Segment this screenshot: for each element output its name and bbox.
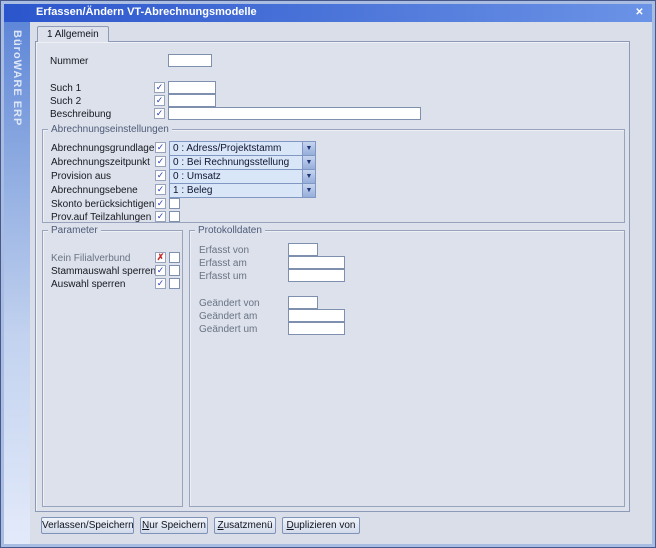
erfasst-um-label: Erfasst um [199,271,247,282]
kein-filialverbund-checkbox[interactable] [169,252,180,263]
check-flag-icon[interactable]: ✓ [155,278,166,289]
geaendert-um-input[interactable] [288,322,345,335]
abrechnungszeitpunkt-label: Abrechnungszeitpunkt [51,157,150,168]
abrechnungsgrundlage-label: Abrechnungsgrundlage [51,143,154,154]
abrechnungszeitpunkt-value: 0 : Bei Rechnungsstellung [170,156,301,169]
geaendert-am-label: Geändert am [199,311,257,322]
group-legend: Protokolldaten [195,225,265,236]
geaendert-am-input[interactable] [288,309,345,322]
teilzahlungen-label: Prov.auf Teilzahlungen [51,212,151,223]
main-panel: Nummer Such 1 ✓ Such 2 ✓ Beschreibung ✓ … [35,41,630,512]
chevron-down-icon[interactable]: ▼ [302,170,315,183]
verlassen-speichern-button[interactable]: Verlassen/Speichern [41,517,134,534]
abrechnungszeitpunkt-select[interactable]: 0 : Bei Rechnungsstellung ▼ [169,155,316,170]
group-protokolldaten: Protokolldaten Erfasst von Erfasst am Er… [189,230,625,507]
abrechnungsebene-select[interactable]: 1 : Beleg ▼ [169,183,316,198]
erfasst-am-input[interactable] [288,256,345,269]
chevron-down-icon[interactable]: ▼ [302,184,315,197]
group-legend: Abrechnungseinstellungen [48,124,172,135]
erfasst-von-label: Erfasst von [199,245,249,256]
erfasst-von-input[interactable] [288,243,318,256]
brand-strip: BüroWARE ERP [4,22,30,544]
such2-label: Such 2 [50,96,81,107]
abrechnungsebene-label: Abrechnungsebene [51,185,138,196]
skonto-label: Skonto berücksichtigen [51,199,154,210]
dialog-content: 1 Allgemein Nummer Such 1 ✓ Such 2 ✓ Bes… [30,22,652,544]
tab-allgemein[interactable]: 1 Allgemein [37,26,109,42]
skonto-checkbox[interactable] [169,198,180,209]
abrechnungsgrundlage-select[interactable]: 0 : Adress/Projektstamm ▼ [169,141,316,156]
beschreibung-input[interactable] [168,107,421,120]
abrechnungsgrundlage-value: 0 : Adress/Projektstamm [170,142,301,155]
kein-filialverbund-label: Kein Filialverbund [51,253,131,264]
check-flag-icon[interactable]: ✓ [155,156,166,167]
dialog-window: Erfassen/Ändern VT-Abrechnungsmodelle ✕ … [0,0,656,548]
check-flag-icon[interactable]: ✓ [155,170,166,181]
brand-logo-text: BüroWARE ERP [11,22,23,126]
check-flag-icon[interactable]: ✓ [154,95,165,106]
geaendert-um-label: Geändert um [199,324,257,335]
zusatzmenu-button[interactable]: Zusatzmenü [214,517,276,534]
duplizieren-von-button[interactable]: Duplizieren von [282,517,360,534]
group-legend: Parameter [48,225,101,236]
nummer-label: Nummer [50,56,88,67]
provision-aus-select[interactable]: 0 : Umsatz ▼ [169,169,316,184]
such1-input[interactable] [168,81,216,94]
geaendert-von-input[interactable] [288,296,318,309]
group-parameter: Parameter Kein Filialverbund ✗ Stammausw… [42,230,183,507]
window-title: Erfassen/Ändern VT-Abrechnungsmodelle [36,6,257,18]
check-flag-icon[interactable]: ✓ [155,142,166,153]
nummer-input[interactable] [168,54,212,67]
such2-input[interactable] [168,94,216,107]
cross-flag-icon[interactable]: ✗ [155,252,166,263]
chevron-down-icon[interactable]: ▼ [302,142,315,155]
teilzahlungen-checkbox[interactable] [169,211,180,222]
check-flag-icon[interactable]: ✓ [154,82,165,93]
erfasst-am-label: Erfasst am [199,258,247,269]
such1-label: Such 1 [50,83,81,94]
provision-aus-label: Provision aus [51,171,111,182]
chevron-down-icon[interactable]: ▼ [302,156,315,169]
beschreibung-label: Beschreibung [50,109,111,120]
provision-aus-value: 0 : Umsatz [170,170,301,183]
check-flag-icon[interactable]: ✓ [154,108,165,119]
group-abrechnungseinstellungen: Abrechnungseinstellungen Abrechnungsgrun… [42,129,625,223]
check-flag-icon[interactable]: ✓ [155,198,166,209]
auswahl-sperren-label: Auswahl sperren [51,279,125,290]
close-icon[interactable]: ✕ [632,6,647,20]
auswahl-sperren-checkbox[interactable] [169,278,180,289]
stammauswahl-sperren-label: Stammauswahl sperren [51,266,156,277]
check-flag-icon[interactable]: ✓ [155,184,166,195]
geaendert-von-label: Geändert von [199,298,260,309]
erfasst-um-input[interactable] [288,269,345,282]
abrechnungsebene-value: 1 : Beleg [170,184,301,197]
stammauswahl-sperren-checkbox[interactable] [169,265,180,276]
nur-speichern-button[interactable]: Nur Speichern [140,517,208,534]
check-flag-icon[interactable]: ✓ [155,211,166,222]
check-flag-icon[interactable]: ✓ [155,265,166,276]
title-bar: Erfassen/Ändern VT-Abrechnungsmodelle ✕ [4,4,652,22]
